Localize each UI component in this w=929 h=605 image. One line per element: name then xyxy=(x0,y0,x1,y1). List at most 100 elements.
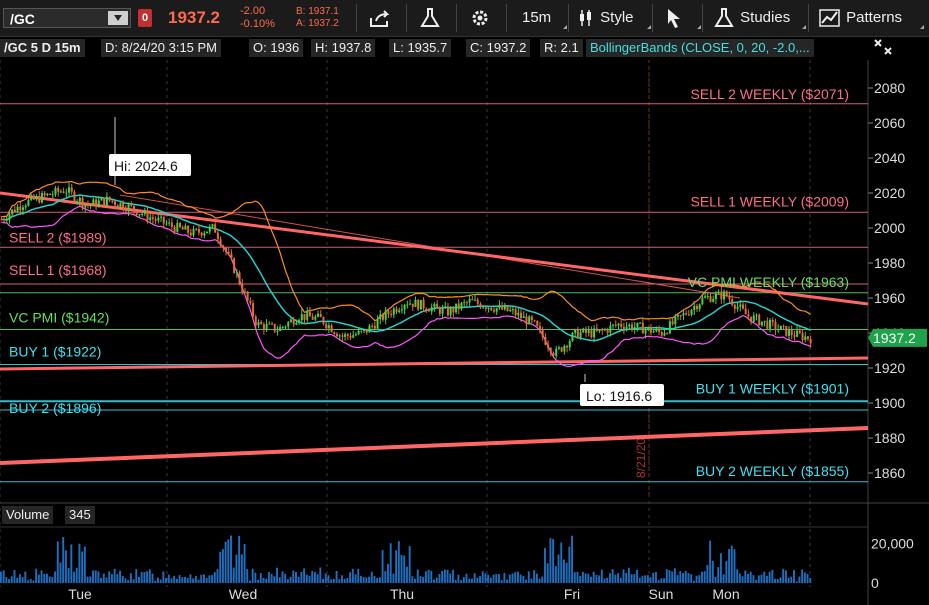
candle-body xyxy=(409,303,412,305)
volume-bar xyxy=(587,573,590,583)
volume-tick-label: 0 xyxy=(871,575,879,591)
candle-body xyxy=(203,233,206,236)
volume-bar xyxy=(771,569,774,583)
volume-bar xyxy=(173,575,176,583)
candle-body xyxy=(633,327,636,330)
candle-body xyxy=(319,313,322,318)
volume-bar xyxy=(397,541,400,583)
volume-bar xyxy=(262,577,265,583)
volume-bar xyxy=(441,570,444,583)
volume-bar xyxy=(300,571,303,583)
symbol-dropdown-icon[interactable] xyxy=(108,11,128,25)
candle-body xyxy=(758,314,761,326)
timeframe-menu-icon[interactable] xyxy=(559,25,567,29)
candle-body xyxy=(744,308,747,315)
candle-body xyxy=(349,335,352,338)
volume-bar xyxy=(251,568,254,583)
volume-bar xyxy=(135,569,138,583)
price-axis: 2080206020402020200019801960194019201900… xyxy=(868,80,905,481)
flask-button[interactable] xyxy=(418,6,442,30)
price-chart[interactable]: 2080206020402020200019801960194019201900… xyxy=(0,60,929,605)
share-button[interactable] xyxy=(368,6,392,30)
gear-icon xyxy=(472,10,488,26)
studies-menu-icon[interactable] xyxy=(798,25,806,29)
volume-bar xyxy=(411,576,414,583)
expand-collapse-icon[interactable] xyxy=(872,37,894,57)
volume-bar xyxy=(495,574,498,583)
candle-body xyxy=(65,192,68,194)
candle-body xyxy=(246,291,249,301)
volume-bar xyxy=(211,575,214,583)
volume-bar xyxy=(687,573,690,583)
volume-bar xyxy=(170,578,173,583)
candle-body xyxy=(465,302,468,304)
candle-body xyxy=(487,307,490,309)
candle-body xyxy=(308,311,311,317)
candle-body xyxy=(322,317,325,324)
candle-body xyxy=(625,326,628,330)
candle-body xyxy=(693,305,696,310)
candle-body xyxy=(587,330,590,333)
candle-body xyxy=(471,299,474,301)
volume-bar xyxy=(414,578,417,583)
volume-bar xyxy=(254,572,257,583)
bar-range: R: 2.1 xyxy=(540,39,583,57)
candle-body xyxy=(714,293,717,300)
patterns-button[interactable]: Patterns xyxy=(818,6,902,30)
volume-bar xyxy=(113,568,116,583)
volume-bar xyxy=(703,571,706,583)
volume-bar xyxy=(660,578,663,583)
volume-bar xyxy=(181,577,184,583)
volume-bar xyxy=(560,542,563,583)
candle-body xyxy=(395,308,398,313)
candle-body xyxy=(547,344,550,349)
volume-bar xyxy=(330,579,333,583)
candle-body xyxy=(655,328,658,332)
candle-body xyxy=(771,320,774,322)
settings-button[interactable] xyxy=(468,6,492,30)
volume-bar xyxy=(124,578,127,583)
candle-body xyxy=(189,232,192,236)
sell1-label: SELL 1 ($1968) xyxy=(9,262,107,278)
candle-body xyxy=(30,195,33,200)
cursor-menu-icon[interactable] xyxy=(693,25,701,29)
volume-bar xyxy=(498,574,500,583)
volume-bar xyxy=(790,576,793,583)
volume-bar xyxy=(194,575,197,583)
bollinger-study-label[interactable]: BollingerBands (CLOSE, 0, 20, -2.0,... xyxy=(586,39,814,57)
symbol-flag-badge[interactable]: 0 xyxy=(138,9,152,27)
current-price-label: 1937.2 xyxy=(873,330,916,346)
patterns-menu-icon[interactable] xyxy=(916,25,924,29)
candle-body xyxy=(777,329,780,331)
volume-bar xyxy=(630,574,633,583)
volume-bar xyxy=(156,577,159,583)
price-tick-label: 1900 xyxy=(874,395,905,411)
volume-bar xyxy=(341,575,343,583)
candle-body xyxy=(24,205,27,208)
volume-bar xyxy=(595,574,598,583)
candle-body xyxy=(801,333,804,340)
style-button[interactable]: Style xyxy=(578,6,634,30)
candle-body xyxy=(19,206,22,210)
volume-bar xyxy=(395,550,398,583)
candle-body xyxy=(474,299,477,301)
volume-bar xyxy=(62,537,65,583)
time-tick-label: Tue xyxy=(68,586,92,602)
volume-bar xyxy=(636,569,638,583)
candle-body xyxy=(92,199,95,205)
timeframe-button[interactable]: 15m xyxy=(522,6,551,30)
studies-button[interactable]: Studies xyxy=(712,6,790,30)
candle-body xyxy=(49,193,52,196)
candle-body xyxy=(352,335,355,338)
candle-body xyxy=(160,216,163,218)
volume-bar xyxy=(663,578,666,583)
volume-bar xyxy=(782,568,785,583)
style-menu-icon[interactable] xyxy=(643,25,651,29)
chart-id-label[interactable]: /GC 5 D 15m xyxy=(0,39,85,57)
candle-body xyxy=(73,191,76,202)
cursor-button[interactable] xyxy=(664,6,684,30)
volume-bar xyxy=(465,573,468,583)
candle-body xyxy=(124,209,127,212)
candle-body xyxy=(216,232,219,240)
symbol-selector[interactable]: /GC xyxy=(3,8,131,28)
